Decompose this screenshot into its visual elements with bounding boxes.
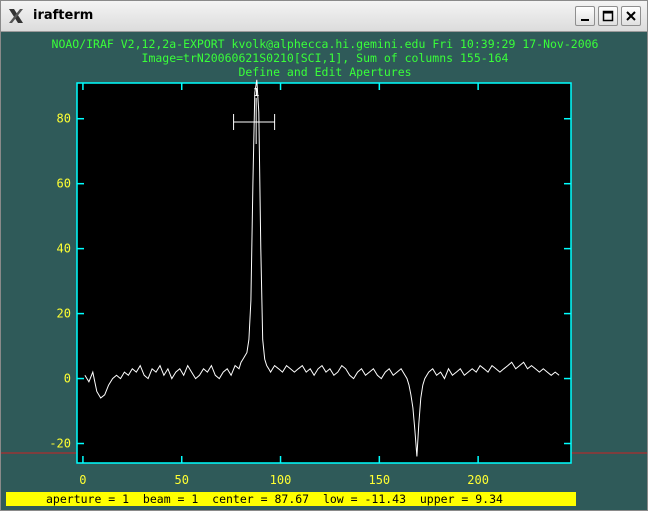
x-tick-label: 100 xyxy=(270,473,292,487)
y-tick-label: 60 xyxy=(57,177,71,191)
y-tick-label: 80 xyxy=(57,112,71,126)
plot-frame xyxy=(76,82,572,464)
aperture-plot[interactable]: 0 50 100 150 200 -20 0 20 40 60 80 1 xyxy=(1,1,647,510)
x-tick-label: 150 xyxy=(368,473,390,487)
x-tick-label: 0 xyxy=(79,473,86,487)
status-bar: aperture = 1 beam = 1 center = 87.67 low… xyxy=(6,492,576,506)
y-tick-label: -20 xyxy=(49,437,71,451)
x-tick-label: 50 xyxy=(175,473,189,487)
aperture-label: 1 xyxy=(253,86,260,99)
y-tick-label: 0 xyxy=(64,372,71,386)
y-tick-label: 20 xyxy=(57,307,71,321)
y-tick-label: 40 xyxy=(57,242,71,256)
x-tick-label: 200 xyxy=(467,473,489,487)
irafterm-window: irafterm NOAO/IRAF V2,12,2a-EXPORT kvolk… xyxy=(0,0,648,511)
